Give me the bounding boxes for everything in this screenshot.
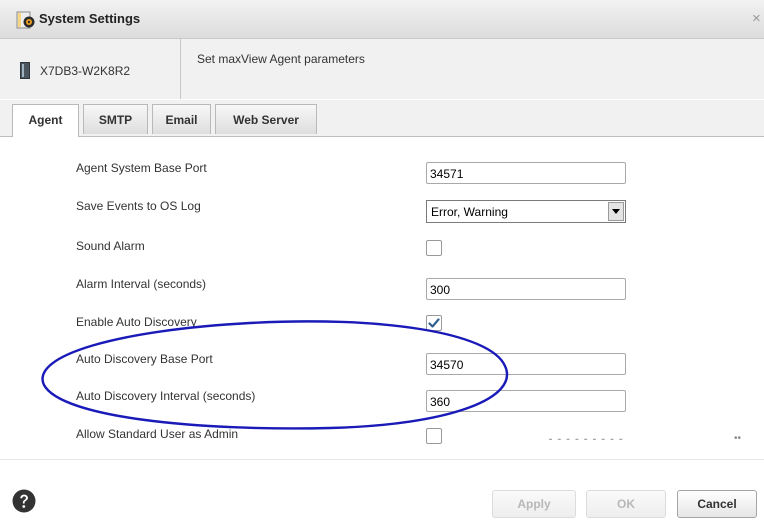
system-settings-dialog: System Settings × X7DB3-W2K8R2 Set maxVi… [0,0,764,531]
os-log-select[interactable]: Error, Warning [426,200,626,223]
faded-artifact-dots: •• [734,433,742,444]
window-title: System Settings [39,11,141,26]
help-icon[interactable] [12,489,36,513]
footer-divider [0,459,764,460]
server-icon [20,62,30,79]
sound-alarm-checkbox[interactable] [426,240,442,256]
server-name: X7DB3-W2K8R2 [40,64,131,78]
auto-discovery-label: Enable Auto Discovery [76,315,197,329]
auto-discovery-checkbox[interactable] [426,315,442,331]
ok-button[interactable]: OK [586,490,666,518]
title-bar: System Settings × [0,0,764,39]
checkmark-icon [428,318,440,328]
tab-smtp[interactable]: SMTP [83,104,148,134]
discovery-port-label: Auto Discovery Base Port [76,352,213,366]
standard-user-admin-checkbox[interactable] [426,428,442,444]
os-log-value: Error, Warning [431,205,508,219]
cancel-button[interactable]: Cancel [677,490,757,518]
header-description: Set maxView Agent parameters [197,52,365,66]
apply-button[interactable]: Apply [492,490,576,518]
tab-bar: Agent SMTP Email Web Server [0,100,764,137]
faded-artifact-text: ⁃ ⁃ ⁃ ⁃ ⁃ ⁃ ⁃ ⁃ ⁃ [548,435,624,446]
os-log-label: Save Events to OS Log [76,199,201,213]
discovery-port-input[interactable]: 34570 [426,353,626,375]
settings-header: X7DB3-W2K8R2 Set maxView Agent parameter… [0,39,764,99]
discovery-interval-label: Auto Discovery Interval (seconds) [76,389,256,403]
close-icon[interactable]: × [752,10,761,27]
discovery-interval-input[interactable]: 360 [426,390,626,412]
alarm-interval-label: Alarm Interval (seconds) [76,277,207,291]
tab-agent[interactable]: Agent [12,104,79,137]
tab-web-server[interactable]: Web Server [215,104,317,134]
chevron-down-icon[interactable] [608,202,624,221]
gear-folder-icon [16,10,36,30]
server-panel: X7DB3-W2K8R2 [0,39,181,99]
base-port-input[interactable]: 34571 [426,162,626,184]
standard-user-admin-label: Allow Standard User as Admin [76,427,239,441]
tab-email[interactable]: Email [152,104,211,134]
sound-alarm-label: Sound Alarm [76,239,145,253]
base-port-label: Agent System Base Port [76,161,207,175]
alarm-interval-input[interactable]: 300 [426,278,626,300]
